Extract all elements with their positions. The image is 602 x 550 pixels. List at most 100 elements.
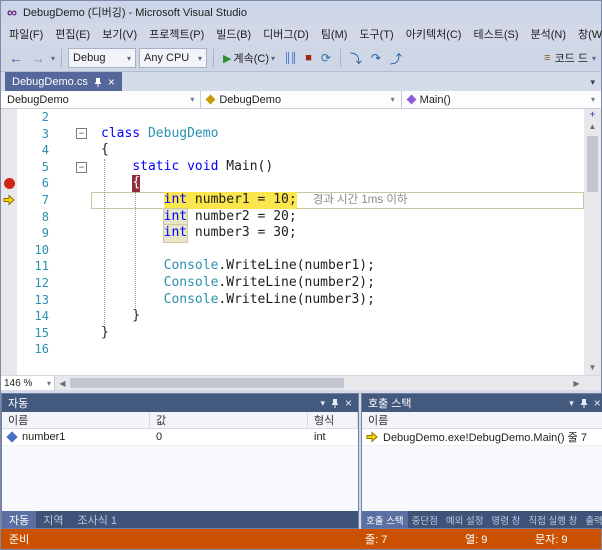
zoom-combo[interactable]: 146 % ▾ bbox=[1, 376, 55, 390]
pin-icon[interactable] bbox=[580, 398, 588, 408]
restart-icon[interactable]: ⟳ bbox=[318, 49, 334, 67]
menu-item[interactable]: 팀(M) bbox=[315, 23, 354, 45]
code-token: .WriteLine(number1); bbox=[218, 258, 375, 275]
perf-tip[interactable]: 경과 시간 1ms 이하 bbox=[313, 192, 408, 209]
code-line-3[interactable]: 3−class DebugDemo bbox=[1, 126, 584, 143]
menu-item[interactable]: 테스트(S) bbox=[467, 23, 524, 45]
outlining-margin[interactable]: − bbox=[57, 128, 91, 139]
pin-icon[interactable] bbox=[331, 398, 339, 408]
type-dropdown[interactable]: DebugDemo ▾ bbox=[201, 91, 401, 108]
column-header-name[interactable]: 이름 bbox=[2, 412, 150, 428]
code-line-11[interactable]: 11 Console.WriteLine(number1); bbox=[1, 258, 584, 275]
column-header-value[interactable]: 값 bbox=[150, 412, 308, 428]
column-header-type[interactable]: 형식 bbox=[308, 412, 358, 428]
scroll-down-icon[interactable]: ▼ bbox=[589, 361, 597, 375]
code-line-10[interactable]: 10 bbox=[1, 242, 584, 259]
vertical-scrollbar[interactable]: + ▲ ▼ bbox=[584, 109, 601, 375]
code-line-12[interactable]: 12 Console.WriteLine(number2); bbox=[1, 275, 584, 292]
collapse-toggle-icon[interactable]: − bbox=[76, 128, 87, 139]
menu-item[interactable]: 프로젝트(P) bbox=[143, 23, 210, 45]
project-name: DebugDemo bbox=[7, 94, 185, 106]
column-header-name[interactable]: 이름 bbox=[362, 412, 602, 428]
scroll-right-icon[interactable]: ▶ bbox=[569, 376, 584, 390]
code-line-9[interactable]: 9 int number3 = 30; bbox=[1, 225, 584, 242]
scroll-left-icon[interactable]: ◀ bbox=[55, 376, 70, 390]
breakpoint-icon[interactable] bbox=[4, 178, 15, 189]
code-line-13[interactable]: 13 Console.WriteLine(number3); bbox=[1, 292, 584, 309]
step-into-icon[interactable]: ⤵ bbox=[347, 48, 365, 69]
callstack-tab[interactable]: 명령 창 bbox=[487, 511, 524, 528]
vs-main-window: ∞ DebugDemo (디버깅) - Microsoft Visual Stu… bbox=[0, 0, 602, 550]
navigate-forward-icon[interactable]: → bbox=[29, 49, 48, 68]
callstack-tab[interactable]: 중단점 bbox=[408, 511, 442, 528]
outlining-margin[interactable]: − bbox=[57, 162, 91, 173]
window-position-icon[interactable]: ▾ bbox=[320, 398, 325, 409]
code-area[interactable]: 23−class DebugDemo4{5− static void Main(… bbox=[1, 109, 584, 375]
code-line-6[interactable]: 6 { bbox=[1, 175, 584, 192]
call-stack-title-bar[interactable]: 호출 스택 ▾ × bbox=[362, 394, 602, 412]
collapse-toggle-icon[interactable]: − bbox=[76, 162, 87, 173]
menu-item[interactable]: 창(W) bbox=[572, 23, 602, 45]
scrollbar-thumb[interactable] bbox=[70, 378, 344, 388]
code-token: } bbox=[101, 308, 140, 325]
code-token: static bbox=[132, 159, 179, 176]
close-icon[interactable]: × bbox=[594, 398, 601, 408]
step-over-icon[interactable]: ↷ bbox=[368, 49, 384, 67]
autos-tab[interactable]: 자동 bbox=[2, 511, 36, 528]
callstack-tab[interactable]: 직접 실행 창 bbox=[524, 511, 581, 528]
chevron-down-icon: ▾ bbox=[127, 54, 131, 63]
continue-button[interactable]: ▶ 계속(C) ▾ bbox=[220, 48, 278, 68]
step-out-icon[interactable]: ⤴ bbox=[387, 48, 405, 69]
autos-title-bar[interactable]: 자동 ▾ × bbox=[2, 394, 358, 412]
autos-row[interactable]: number10int bbox=[2, 429, 358, 446]
scrollbar-thumb[interactable] bbox=[587, 136, 598, 192]
indicator-margin-cell[interactable] bbox=[1, 178, 17, 189]
member-dropdown[interactable]: Main() ▾ bbox=[402, 91, 601, 108]
project-dropdown[interactable]: DebugDemo ▾ bbox=[1, 91, 201, 108]
call-stack-row[interactable]: DebugDemo.exe!DebugDemo.Main() 줄 7 bbox=[362, 429, 602, 446]
stop-debugging-icon[interactable]: ■ bbox=[302, 50, 315, 66]
horizontal-scrollbar[interactable] bbox=[70, 376, 569, 390]
tool-window-area: 자동 ▾ × 이름 값 형식 number10int 자동지역조사식 1 호출 … bbox=[1, 393, 601, 529]
scroll-up-icon[interactable]: ▲ bbox=[589, 120, 597, 134]
navigation-dropdown-icon[interactable]: ▾ bbox=[51, 54, 55, 63]
code-line-16[interactable]: 16 bbox=[1, 341, 584, 358]
code-line-4[interactable]: 4{ bbox=[1, 142, 584, 159]
code-text: } bbox=[91, 308, 584, 325]
autos-window: 자동 ▾ × 이름 값 형식 number10int 자동지역조사식 1 bbox=[1, 393, 359, 529]
code-line-15[interactable]: 15} bbox=[1, 325, 584, 342]
pin-icon[interactable] bbox=[94, 77, 102, 87]
menu-item[interactable]: 도구(T) bbox=[353, 23, 399, 45]
window-position-icon[interactable]: ▾ bbox=[569, 398, 574, 409]
close-icon[interactable]: × bbox=[345, 398, 352, 408]
callstack-tab[interactable]: 호출 스택 bbox=[362, 511, 408, 528]
navigation-bar: DebugDemo ▾ DebugDemo ▾ Main() ▾ bbox=[1, 91, 601, 109]
callstack-tab[interactable]: 출력 bbox=[581, 511, 602, 528]
indicator-margin-cell[interactable] bbox=[1, 194, 17, 206]
menu-item[interactable]: 아키텍처(C) bbox=[400, 23, 468, 45]
solution-configuration-combo[interactable]: Debug ▾ bbox=[68, 48, 136, 68]
menu-item[interactable]: 파일(F) bbox=[3, 23, 49, 45]
menu-item[interactable]: 편집(E) bbox=[49, 23, 96, 45]
code-line-7[interactable]: 7 int number1 = 10;경과 시간 1ms 이하 bbox=[1, 192, 584, 209]
autos-tab[interactable]: 지역 bbox=[36, 511, 70, 528]
code-line-5[interactable]: 5− static void Main() bbox=[1, 159, 584, 176]
break-all-icon[interactable]: ║║ bbox=[281, 51, 299, 66]
autos-tab[interactable]: 조사식 1 bbox=[71, 511, 125, 528]
menu-item[interactable]: 디버그(D) bbox=[257, 23, 315, 45]
menu-item[interactable]: 보기(V) bbox=[96, 23, 143, 45]
scrollbar-track[interactable] bbox=[584, 134, 601, 361]
menu-item[interactable]: 분석(N) bbox=[525, 23, 573, 45]
code-line-14[interactable]: 14 } bbox=[1, 308, 584, 325]
tab-debugdemo-cs[interactable]: DebugDemo.cs × bbox=[5, 72, 122, 91]
code-line-2[interactable]: 2 bbox=[1, 109, 584, 126]
tab-overflow-icon[interactable]: ▾ bbox=[590, 77, 601, 91]
code-map-button[interactable]: ≡ 코드 드 ▾ bbox=[544, 50, 596, 66]
menu-item[interactable]: 빌드(B) bbox=[210, 23, 257, 45]
navigate-back-icon[interactable]: ← bbox=[6, 48, 26, 68]
splitter-handle-icon[interactable]: + bbox=[590, 109, 595, 120]
code-line-8[interactable]: 8 int number2 = 20; bbox=[1, 209, 584, 226]
callstack-tab[interactable]: 예외 설정 bbox=[442, 511, 488, 528]
solution-platform-combo[interactable]: Any CPU ▾ bbox=[139, 48, 207, 68]
close-icon[interactable]: × bbox=[108, 77, 115, 87]
